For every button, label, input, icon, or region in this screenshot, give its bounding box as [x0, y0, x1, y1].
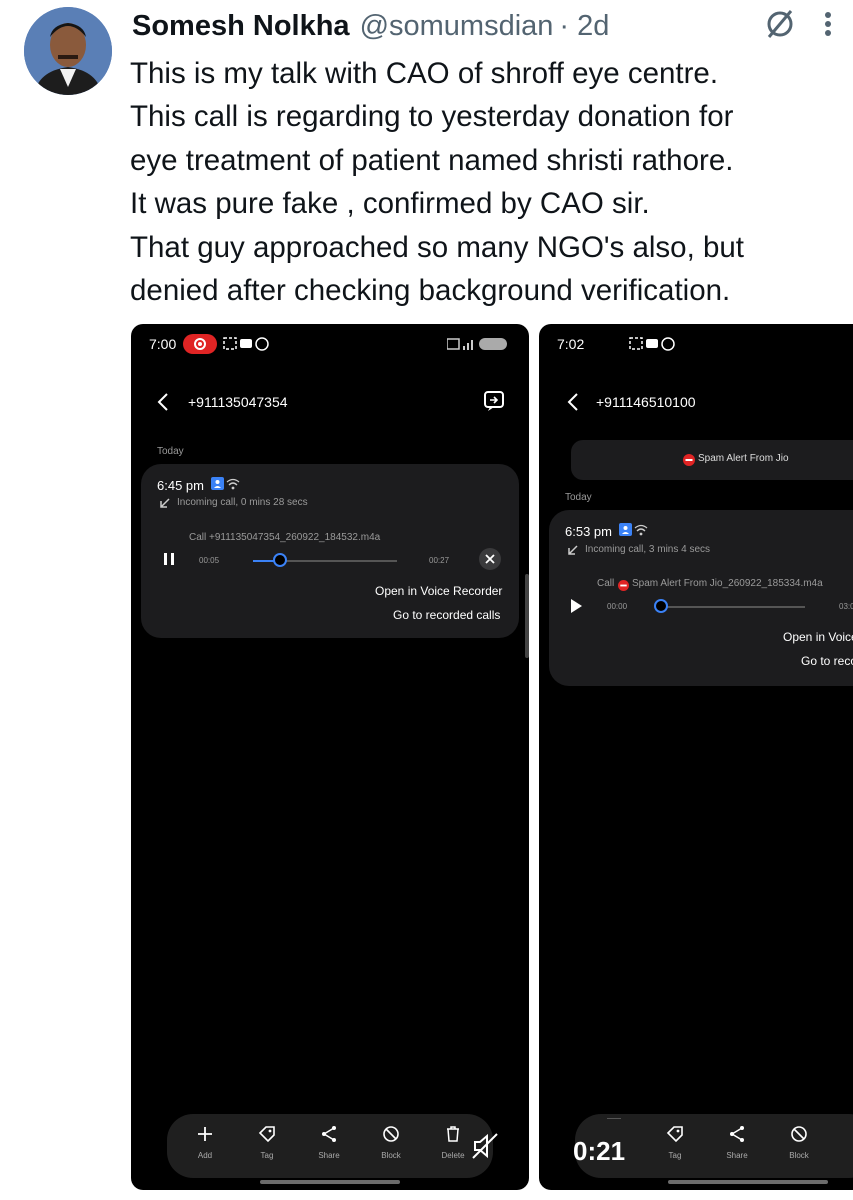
spam-banner-text: Spam Alert From Jio: [698, 453, 789, 464]
video-timer: 0:21: [573, 1136, 626, 1166]
author-handle[interactable]: @somumsdian: [360, 10, 554, 43]
call-time: 6:53 pm: [565, 524, 612, 539]
tag-label: Tag: [668, 1151, 682, 1160]
tag-button[interactable]: Tag: [650, 1124, 700, 1160]
share-label: Share: [726, 1151, 748, 1160]
add-label: Add: [197, 1151, 213, 1160]
playback-track[interactable]: [661, 606, 805, 608]
tweet-line: eye treatment of patient named shristi r…: [130, 143, 734, 177]
spam-icon: [618, 578, 629, 596]
close-icon[interactable]: [479, 548, 501, 570]
tweet-text: This is my talk with CAO of shroff eye c…: [130, 52, 840, 312]
playback-knob[interactable]: [273, 553, 288, 567]
back-icon[interactable]: [155, 392, 171, 417]
spam-icon: [683, 453, 695, 471]
recording-filename: Call +911135047354_260922_184532.m4a: [189, 532, 381, 543]
bottom-toolbar: Add Tag Share Block Delete: [167, 1114, 493, 1178]
notification-icons: [223, 336, 271, 357]
elapsed-time: 00:00: [607, 602, 628, 611]
duration: 03:0: [839, 602, 853, 611]
screenshot-2[interactable]: 7:02 +911146510100 Spam Alert From Jio T…: [539, 324, 853, 1190]
share-label: Share: [318, 1151, 340, 1160]
signal-battery-icon: [446, 336, 509, 357]
contact-wifi-icon: [211, 477, 243, 496]
status-time: 7:00: [149, 336, 177, 352]
add-button[interactable]: Add: [180, 1124, 230, 1160]
section-label: Today: [565, 492, 592, 503]
notification-icons: [629, 336, 677, 357]
mute-icon[interactable]: [471, 1132, 499, 1165]
message-icon[interactable]: [483, 390, 505, 417]
share-button[interactable]: Share: [712, 1124, 762, 1160]
status-time: 7:02: [557, 336, 585, 352]
tweet-line: denied after checking background verific…: [130, 274, 731, 308]
share-icon: [730, 1126, 744, 1142]
section-label: Today: [157, 446, 184, 457]
block-label: Block: [381, 1151, 401, 1160]
screenshot-1[interactable]: 7:00 +911135047354 Today 6:45 pm Incomin…: [131, 324, 529, 1190]
call-time: 6:45 pm: [157, 478, 204, 493]
call-log-card[interactable]: 6:53 pm Incoming call, 3 mins 4 secs Cal…: [549, 510, 853, 686]
share-icon: [322, 1126, 336, 1142]
go-to-recorded-calls-link[interactable]: Go to reco: [801, 654, 853, 668]
grok-icon[interactable]: [763, 7, 797, 46]
call-log-card[interactable]: 6:45 pm Incoming call, 0 mins 28 secs Ca…: [141, 464, 519, 638]
playback-knob[interactable]: [654, 599, 668, 613]
block-button[interactable]: Block: [774, 1124, 824, 1160]
avatar[interactable]: [24, 7, 112, 95]
add-icon: [198, 1127, 212, 1141]
tweet-line: This is my talk with CAO of shroff eye c…: [130, 57, 719, 90]
spam-banner[interactable]: Spam Alert From Jio: [571, 440, 853, 480]
post-time[interactable]: · 2d: [559, 10, 609, 43]
recording-filename: Spam Alert From Jio_260922_185334.m4a: [632, 578, 823, 589]
tweet-line: That guy approached so many NGO's also, …: [130, 230, 744, 264]
call-meta: Incoming call, 0 mins 28 secs: [177, 497, 308, 508]
author-name[interactable]: Somesh Nolkha: [132, 10, 350, 43]
contact-number: +911135047354: [188, 394, 288, 410]
open-voice-recorder-link[interactable]: Open in Voice: [783, 630, 853, 644]
scrollbar[interactable]: [525, 574, 529, 658]
duration: 00:27: [429, 556, 450, 565]
tweet-header: Somesh Nolkha @somumsdian · 2d: [132, 6, 833, 46]
home-indicator[interactable]: [668, 1180, 828, 1184]
tag-label: Tag: [260, 1151, 274, 1160]
tweet-line: This call is regarding to yesterday dona…: [130, 100, 734, 134]
home-indicator[interactable]: [260, 1180, 400, 1184]
recording-indicator-icon: [183, 334, 217, 354]
pause-icon[interactable]: [163, 552, 175, 571]
recording-prefix: Call: [597, 578, 615, 589]
call-meta: Incoming call, 3 mins 4 secs: [585, 544, 711, 555]
back-icon[interactable]: [565, 392, 581, 417]
contact-number: +911146510100: [596, 394, 696, 410]
incoming-arrow-icon: [567, 543, 579, 561]
delete-icon: [447, 1126, 459, 1142]
block-icon: [383, 1126, 399, 1142]
tag-icon: [258, 1126, 275, 1143]
header-actions: [763, 6, 833, 46]
open-voice-recorder-link[interactable]: Open in Voice Recorder: [375, 584, 502, 598]
block-button[interactable]: Block: [366, 1124, 416, 1160]
go-to-recorded-calls-link[interactable]: Go to recorded calls: [393, 608, 500, 622]
more-options-icon[interactable]: [823, 7, 833, 46]
tweet-line: It was pure fake , confirmed by CAO sir.: [130, 187, 650, 221]
block-label: Block: [789, 1151, 809, 1160]
incoming-arrow-icon: [159, 496, 171, 514]
contact-wifi-icon: [619, 523, 651, 542]
block-icon: [791, 1126, 807, 1142]
play-icon[interactable]: [569, 598, 583, 619]
elapsed-time: 00:05: [199, 556, 220, 565]
add-icon-partial: [607, 1118, 621, 1119]
tag-button[interactable]: Tag: [242, 1124, 292, 1160]
share-button[interactable]: Share: [304, 1124, 354, 1160]
tag-icon: [666, 1126, 683, 1143]
